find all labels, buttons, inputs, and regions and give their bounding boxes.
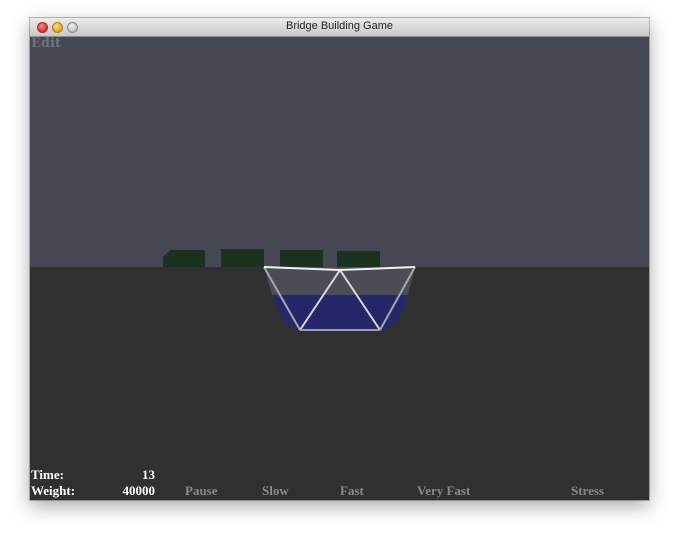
- sky: [30, 37, 649, 267]
- game-window: Bridge Building Game Edit Time: 13 Weigh…: [30, 18, 649, 500]
- weight-label: Weight:: [31, 483, 76, 498]
- train-car: [221, 249, 264, 267]
- game-canvas[interactable]: Edit Time: 13 Weight: 40000 Pause Slow F…: [30, 36, 649, 500]
- train-car: [280, 250, 323, 267]
- water: [273, 295, 407, 331]
- time-label: Time:: [31, 467, 64, 482]
- pause-button[interactable]: Pause: [185, 483, 218, 499]
- stress-button[interactable]: Stress: [571, 483, 604, 499]
- fast-button[interactable]: Fast: [340, 483, 364, 499]
- time-value: 13: [142, 467, 155, 482]
- slow-button[interactable]: Slow: [262, 483, 289, 499]
- train-engine: [163, 250, 205, 267]
- edit-menu[interactable]: Edit: [31, 36, 61, 51]
- train-car: [337, 251, 380, 267]
- scene: [30, 37, 649, 500]
- very-fast-button[interactable]: Very Fast: [417, 483, 470, 499]
- title-bar: Bridge Building Game: [30, 18, 649, 37]
- weight-value: 40000: [122, 483, 156, 498]
- window-title: Bridge Building Game: [285, 20, 393, 32]
